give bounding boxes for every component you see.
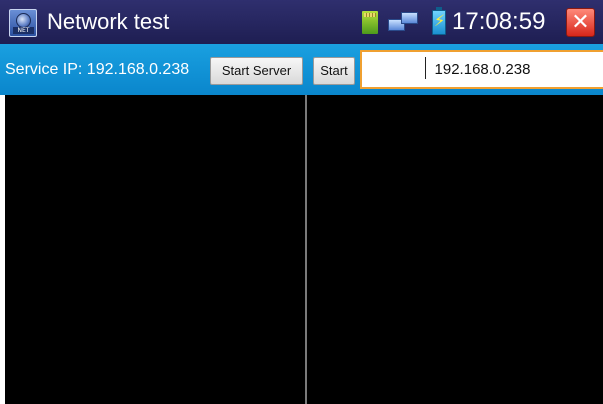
service-ip-label: Service IP: 192.168.0.238 <box>5 61 190 78</box>
status-clock: 17:08:59 <box>452 8 546 35</box>
close-button[interactable]: ✕ <box>566 8 595 37</box>
network-screen-front <box>401 12 418 24</box>
close-icon: ✕ <box>571 9 590 34</box>
start-button[interactable]: Start <box>313 57 355 85</box>
client-output-panel <box>307 95 603 404</box>
network-toolbar: Service IP: 192.168.0.238 Start Server S… <box>0 44 603 95</box>
server-output-panel <box>5 95 305 404</box>
text-caret <box>425 57 426 79</box>
charging-bolt-icon: ⚡ <box>434 13 446 30</box>
app-icon-lens <box>16 13 31 28</box>
window-title: Network test <box>47 9 170 34</box>
battery-charging-icon: ⚡ <box>432 7 446 35</box>
target-ip-input[interactable] <box>360 50 603 89</box>
start-server-button[interactable]: Start Server <box>210 57 303 85</box>
network-app-icon: NET <box>9 9 37 37</box>
sd-card-icon <box>362 11 378 34</box>
network-test-window: NET Network test ⚡ 17:08:59 ✕ Service IP… <box>0 0 603 404</box>
title-bar: NET Network test ⚡ 17:08:59 ✕ <box>0 0 603 44</box>
network-icon <box>388 12 420 34</box>
app-icon-tag: NET <box>13 27 34 34</box>
